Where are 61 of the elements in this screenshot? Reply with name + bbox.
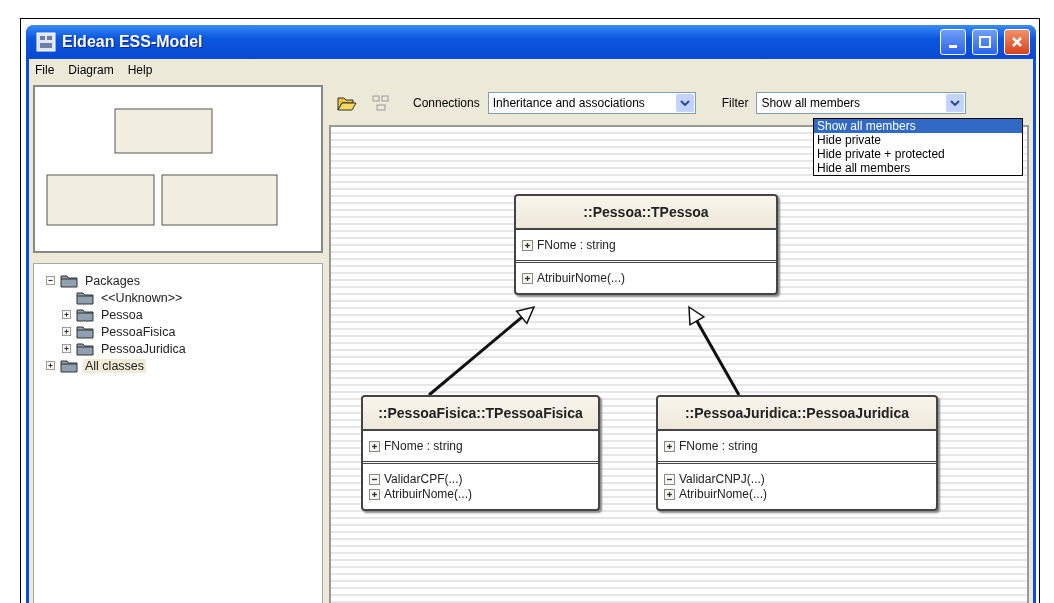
- tree-item[interactable]: PessoaJuridica: [99, 341, 188, 356]
- dropdown-option[interactable]: Hide private + protected: [814, 147, 1022, 161]
- dropdown-option[interactable]: Hide private: [814, 133, 1022, 147]
- minimize-icon: [949, 44, 957, 48]
- folder-icon: [76, 324, 94, 339]
- operation-text: AtribuirNome(...): [384, 487, 472, 501]
- class-box[interactable]: ::PessoaFisica::TPessoaFisica FNome : string ValidarCPF(...) AtribuirNome(...): [361, 395, 600, 511]
- dropdown-option[interactable]: Show all members: [814, 119, 1022, 133]
- class-name: ::Pessoa::TPessoa: [516, 196, 776, 230]
- attribute-text: FNome : string: [384, 439, 463, 453]
- maximize-button[interactable]: [972, 29, 998, 55]
- tree-item[interactable]: <<Unknown>>: [99, 290, 185, 305]
- window-title: Eldean ESS-Model: [62, 33, 204, 51]
- maximize-icon: [979, 36, 991, 48]
- dropdown-option[interactable]: Hide all members: [814, 161, 1022, 175]
- caret-icon: [950, 100, 961, 106]
- tree-item[interactable]: Pessoa: [99, 307, 145, 322]
- attribute-text: FNome : string: [679, 439, 758, 453]
- folder-icon: [60, 358, 78, 373]
- expand-toggle[interactable]: [664, 488, 675, 500]
- class-name: ::PessoaFisica::TPessoaFisica: [363, 397, 598, 431]
- expand-toggle[interactable]: [664, 440, 675, 452]
- close-button[interactable]: [1004, 29, 1030, 55]
- minimize-button[interactable]: [940, 29, 966, 55]
- operation-text: ValidarCNPJ(...): [679, 472, 765, 486]
- app-icon: [36, 32, 56, 52]
- folder-icon: [76, 290, 94, 305]
- class-box[interactable]: ::PessoaJuridica::PessoaJuridica FNome : string ValidarCNPJ(...) AtribuirNome(...): [656, 395, 938, 511]
- menu-item[interactable]: Help: [127, 63, 153, 77]
- expand-toggle[interactable]: [369, 473, 380, 485]
- expand-toggle[interactable]: [62, 344, 71, 353]
- folder-icon: [60, 273, 78, 288]
- folder-icon: [76, 341, 94, 356]
- expand-toggle[interactable]: [522, 272, 533, 284]
- tree-item[interactable]: PessoaFisica: [99, 324, 178, 339]
- tree-item[interactable]: All classes: [83, 358, 147, 373]
- class-box[interactable]: ::Pessoa::TPessoa FNome : string AtribuirNome(...): [514, 194, 778, 295]
- expand-toggle[interactable]: [664, 473, 675, 485]
- expand-toggle[interactable]: [522, 239, 533, 251]
- tree-item[interactable]: Packages: [83, 273, 142, 288]
- attribute-text: FNome : string: [537, 238, 616, 252]
- caret-icon: [679, 100, 690, 106]
- expand-toggle[interactable]: [46, 276, 55, 285]
- operation-text: AtribuirNome(...): [679, 487, 767, 501]
- expand-toggle[interactable]: [62, 310, 71, 319]
- expand-toggle[interactable]: [62, 327, 71, 336]
- filter-label: Filter: [721, 96, 749, 110]
- open-folder-icon[interactable]: [337, 95, 357, 111]
- connections-label: Connections: [413, 96, 480, 110]
- operation-text: ValidarCPF(...): [384, 472, 463, 486]
- close-icon: [1011, 36, 1023, 48]
- expand-toggle[interactable]: [369, 488, 380, 500]
- menu-item[interactable]: Diagram: [68, 63, 114, 77]
- class-name: ::PessoaJuridica::PessoaJuridica: [658, 397, 936, 431]
- folder-icon: [76, 307, 94, 322]
- filter-dropdown[interactable]: Show all members: [756, 92, 967, 114]
- operation-text: AtribuirNome(...): [537, 271, 625, 285]
- menu-item[interactable]: File: [35, 63, 55, 77]
- expand-toggle[interactable]: [46, 361, 55, 370]
- expand-toggle[interactable]: [369, 440, 380, 452]
- connections-dropdown[interactable]: Inheritance and associations: [487, 92, 696, 114]
